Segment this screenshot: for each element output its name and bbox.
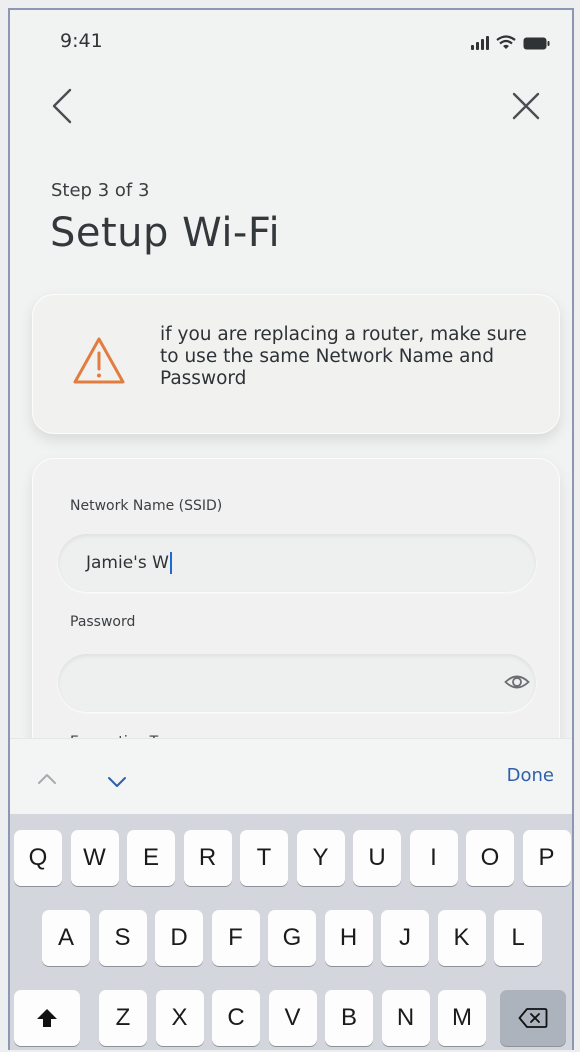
key-s[interactable]: S [98, 910, 147, 966]
ssid-label: Network Name (SSID) [70, 498, 223, 514]
key-i[interactable]: I [409, 830, 458, 886]
key-v[interactable]: V [268, 990, 317, 1046]
close-button[interactable] [506, 86, 546, 126]
key-k[interactable]: K [437, 910, 486, 966]
key-y[interactable]: Y [296, 830, 345, 886]
key-u[interactable]: U [353, 830, 401, 886]
warning-card: if you are replacing a router, make sure… [32, 294, 560, 434]
battery-icon [523, 37, 550, 50]
previous-field-button[interactable] [36, 769, 58, 787]
key-f[interactable]: F [211, 910, 260, 966]
key-l[interactable]: L [494, 910, 542, 966]
next-field-button[interactable] [106, 773, 128, 791]
password-input[interactable] [58, 654, 536, 712]
warning-message: if you are replacing a router, make sure… [160, 324, 527, 389]
back-button[interactable] [46, 84, 86, 128]
key-r[interactable]: R [183, 830, 232, 886]
key-b[interactable]: B [325, 990, 373, 1046]
phone-screen: 9:41 Step 3 of 3 Setup Wi-Fi if you are … [8, 8, 574, 1050]
keyboard-accessory-bar: Done [10, 738, 572, 814]
status-time: 9:41 [60, 30, 103, 52]
ssid-input[interactable]: Jamie's W [58, 534, 536, 592]
keyboard: QWERTYUIOP ASDFGHJKL ZXCVBNM [10, 814, 572, 1050]
chevron-up-icon [38, 774, 56, 784]
key-z[interactable]: Z [99, 990, 147, 1046]
key-p[interactable]: P [522, 830, 571, 886]
text-cursor [169, 552, 172, 574]
key-q[interactable]: Q [14, 830, 62, 886]
delete-key[interactable] [500, 990, 566, 1046]
cellular-signal-icon [471, 35, 489, 50]
shift-arrow-icon [37, 1009, 57, 1027]
step-indicator: Step 3 of 3 [51, 180, 150, 201]
key-d[interactable]: D [155, 910, 203, 966]
done-button[interactable]: Done [507, 765, 554, 786]
key-a[interactable]: A [42, 910, 90, 966]
key-o[interactable]: O [466, 830, 514, 886]
key-n[interactable]: N [381, 990, 430, 1046]
key-h[interactable]: H [324, 910, 373, 966]
wifi-icon [496, 35, 516, 50]
password-label: Password [70, 614, 136, 630]
wifi-form-card: Network Name (SSID) Jamie's W Password E… [32, 458, 560, 758]
shift-key[interactable] [14, 990, 80, 1046]
page-title: Setup Wi-Fi [50, 210, 281, 256]
warning-triangle-icon [72, 336, 126, 386]
key-w[interactable]: W [70, 830, 119, 886]
key-t[interactable]: T [240, 830, 288, 886]
key-m[interactable]: M [438, 990, 486, 1046]
status-icons [471, 32, 550, 50]
status-bar: 9:41 [10, 10, 572, 70]
chevron-down-icon [108, 777, 126, 787]
show-password-eye-icon[interactable] [504, 672, 530, 692]
backspace-icon [518, 1008, 548, 1028]
key-e[interactable]: E [127, 830, 175, 886]
chevron-left-icon [52, 88, 72, 124]
key-g[interactable]: G [268, 910, 316, 966]
close-icon [512, 92, 540, 120]
key-c[interactable]: C [212, 990, 260, 1046]
key-x[interactable]: X [155, 990, 204, 1046]
ssid-value: Jamie's W [86, 553, 169, 573]
key-j[interactable]: J [381, 910, 429, 966]
